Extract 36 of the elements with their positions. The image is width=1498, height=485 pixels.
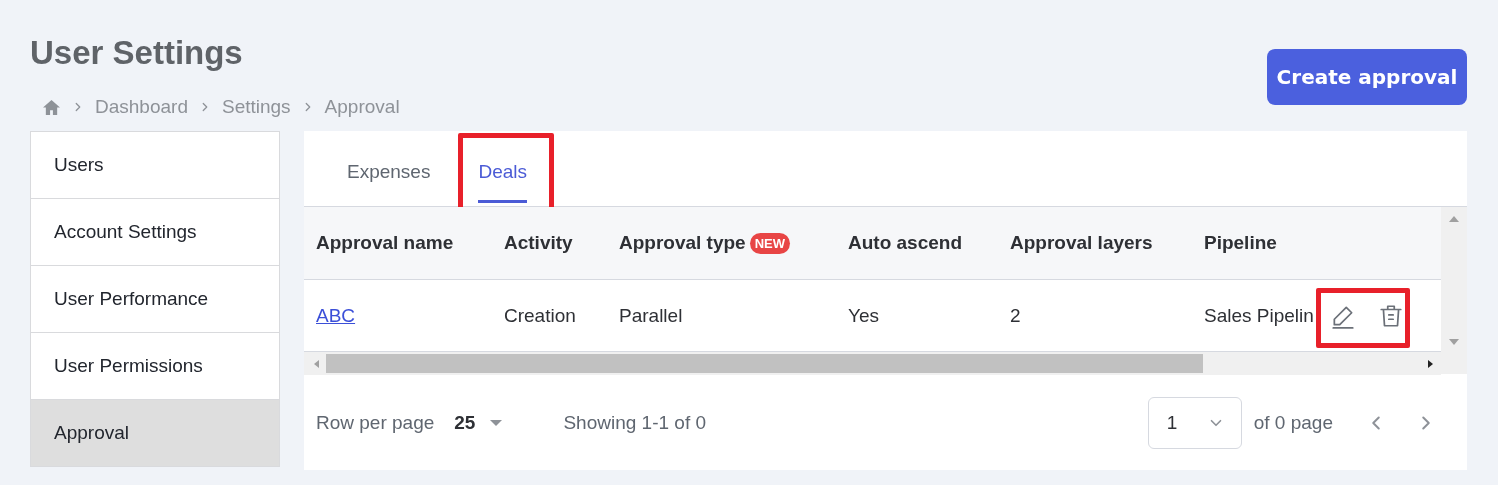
page-select[interactable]: 1: [1147, 396, 1242, 449]
table-cell-text: Parallel: [618, 304, 684, 327]
page-total: of 0 page: [1253, 411, 1333, 434]
column-header: Approval type: [619, 232, 746, 254]
sidebar-item[interactable]: User Permissions: [30, 333, 280, 400]
page-title: User Settings: [30, 34, 244, 72]
approval-link[interactable]: ABC: [316, 304, 356, 326]
horizontal-scrollbar[interactable]: [304, 352, 1441, 375]
caret-icon: [489, 418, 504, 427]
sidebar-item[interactable]: Approval: [30, 400, 280, 467]
showing-count: Showing 1-1 of 0: [563, 411, 707, 434]
sidebar-item[interactable]: Users: [30, 131, 280, 199]
scroll-right-icon[interactable]: [1425, 358, 1435, 369]
tab[interactable]: Expenses: [347, 143, 431, 203]
vertical-scrollbar[interactable]: [1441, 207, 1467, 374]
scroll-up-icon[interactable]: [1448, 215, 1460, 223]
sidebar-item[interactable]: Account Settings: [30, 199, 280, 266]
column-header: Approval name: [316, 232, 454, 254]
table-cell-text: 2: [1009, 304, 1022, 327]
column-header: Auto ascend: [848, 232, 963, 254]
home-icon[interactable]: [42, 98, 61, 116]
create-approval-button[interactable]: Create approval: [1267, 49, 1467, 105]
rows-per-page-label: Row per page: [316, 411, 435, 434]
tab[interactable]: Deals: [478, 143, 528, 203]
table-cell-text: Creation: [503, 304, 577, 327]
trash-icon[interactable]: [1378, 302, 1404, 329]
column-header: Approval layers: [1010, 232, 1153, 254]
column-header: Activity: [504, 232, 573, 254]
sidebar-item[interactable]: User Performance: [30, 266, 280, 333]
scroll-left-icon[interactable]: [312, 358, 322, 369]
table-cell-text: Sales Pipelin: [1203, 304, 1315, 327]
scroll-down-icon[interactable]: [1448, 338, 1460, 346]
column-header: Pipeline: [1204, 232, 1277, 254]
new-badge: NEW: [749, 232, 791, 254]
table-cell-text: Yes: [847, 304, 880, 327]
rows-per-page-select[interactable]: 25: [454, 411, 504, 434]
